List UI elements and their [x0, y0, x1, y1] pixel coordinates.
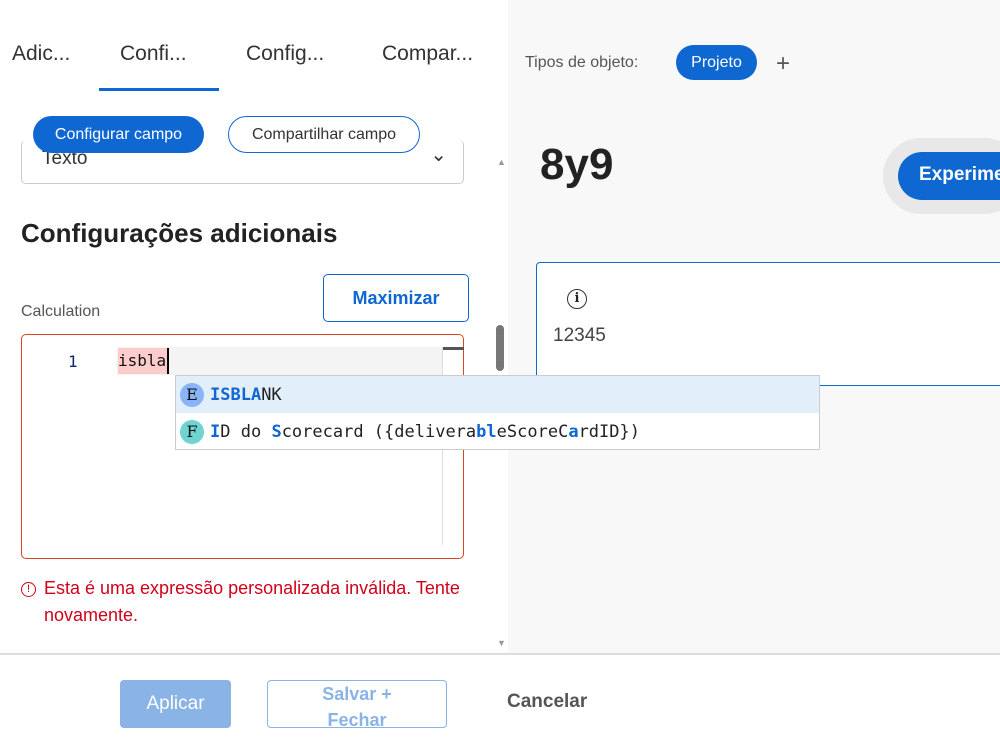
share-field-pill[interactable]: Compartilhar campo — [228, 116, 420, 153]
field-badge-icon: F — [180, 419, 204, 444]
calculation-label: Calculation — [21, 303, 101, 320]
function-badge-icon: E — [180, 382, 204, 407]
field-value: 12345 — [553, 325, 606, 346]
footer: Aplicar Salvar + Fechar Cancelar — [0, 653, 1000, 741]
object-types-label: Tipos de objeto: — [525, 54, 639, 71]
autocomplete-text: NK — [261, 384, 282, 405]
autocomplete-item[interactable]: E ISBLA NK — [176, 376, 819, 413]
autocomplete-text: D do — [220, 421, 272, 442]
tab-compartilhar[interactable]: Compar... — [382, 42, 473, 66]
autocomplete-text: ISBLA — [210, 384, 262, 405]
error-text: Esta é uma expressão personalizada invál… — [44, 578, 460, 625]
field-config-panel: Adic... Confi... Config... Compar... Tex… — [0, 0, 508, 653]
add-object-type-icon[interactable]: + — [776, 50, 790, 78]
autocomplete-text: I — [210, 421, 221, 442]
autocomplete-text: corecard ({deliver — [281, 421, 466, 442]
code-text[interactable]: isbla — [118, 348, 170, 374]
tab-adicionar[interactable]: Adic... — [12, 42, 70, 66]
save-close-button[interactable]: Salvar + Fechar — [267, 680, 447, 728]
tab-configurar[interactable]: Confi... — [99, 42, 218, 91]
autocomplete-item[interactable]: FID do Scorecard ({deliver a bl eScoreC a rdI… — [176, 413, 819, 450]
autocomplete-text: rdID}) — [578, 421, 640, 442]
info-icon[interactable]: i — [567, 289, 587, 309]
tab-configuracoes[interactable]: Config... — [246, 42, 324, 66]
configure-field-pill[interactable]: Configurar campo — [33, 116, 204, 153]
error-message: ! Esta é uma expressão personalizada inv… — [21, 575, 460, 625]
section-title: Configurações adicionais — [21, 218, 338, 248]
scroll-down-arrow[interactable]: ▼ — [497, 638, 506, 648]
object-type-pill[interactable]: Projeto — [676, 45, 757, 80]
autocomplete-text: eScoreC — [496, 421, 569, 442]
chevron-down-icon: ⌄ — [430, 144, 447, 166]
scroll-up-arrow[interactable]: ▲ — [497, 157, 506, 167]
cancel-button[interactable]: Cancelar — [507, 691, 587, 713]
autocomplete-text: bl — [476, 421, 497, 442]
autocomplete-text: S — [271, 421, 282, 442]
preview-title: 8y9 — [540, 140, 614, 189]
experiment-button[interactable]: Experimente — [898, 152, 1000, 200]
preview-field-card: i 12345 — [536, 262, 1000, 386]
apply-button[interactable]: Aplicar — [120, 680, 231, 728]
autocomplete-dropdown: E ISBLA NK F I D do Scorecard ({deliver a bl eSc… — [175, 375, 820, 450]
panel-scrollbar-thumb[interactable] — [496, 325, 504, 371]
autocomplete-text: a — [465, 421, 477, 442]
line-number: 1 — [68, 352, 78, 371]
maximize-button[interactable]: Maximizar — [323, 274, 469, 322]
autocomplete-text: a — [568, 421, 579, 442]
exclamation-circle-icon: ! — [21, 582, 36, 597]
editor-scroll-thumb[interactable] — [443, 347, 464, 350]
